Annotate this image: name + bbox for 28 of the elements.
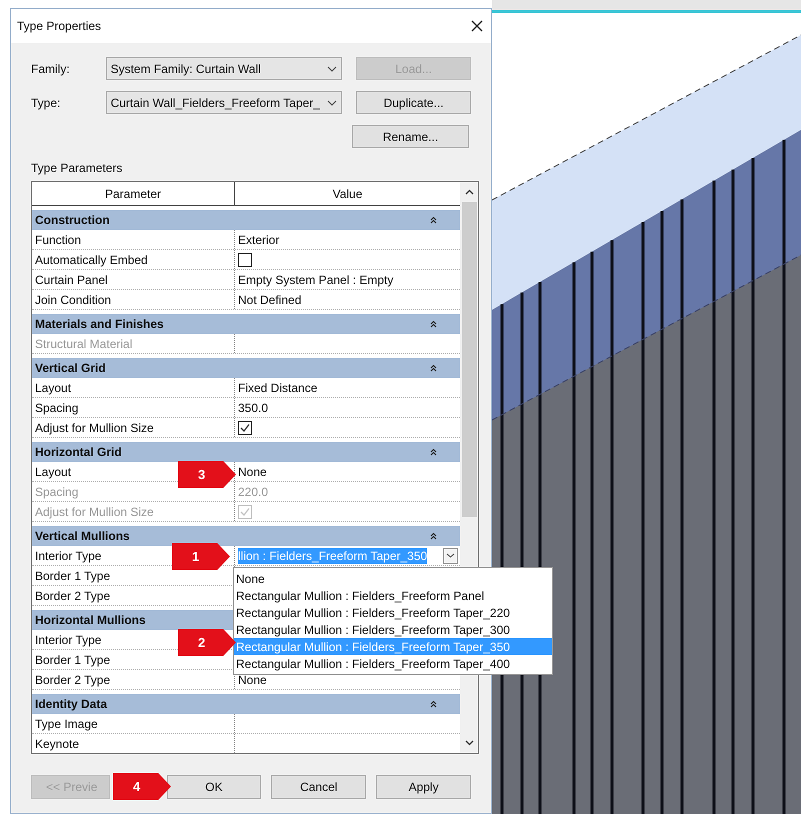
section-title: Horizontal Mullions xyxy=(35,612,146,629)
section-title: Construction xyxy=(35,212,110,229)
step-number-callout: 1 xyxy=(172,543,230,570)
section-title: Horizontal Grid xyxy=(35,444,122,461)
parameter-cell: Automatically Embed xyxy=(32,250,235,269)
section-title: Materials and Finishes xyxy=(35,316,164,333)
section-title: Vertical Grid xyxy=(35,360,106,377)
parameter-cell: Layout xyxy=(32,378,235,397)
field-label: Family: xyxy=(31,60,71,78)
parameter-cell: Join Condition xyxy=(32,290,235,309)
window-title: Type Properties xyxy=(17,18,102,35)
section-label: Type Parameters xyxy=(31,160,124,177)
column-header: Parameter xyxy=(32,182,235,205)
parameter-cell: Structural Material xyxy=(32,334,235,353)
step-number-callout: 4 xyxy=(113,773,171,800)
parameter-cell: Curtain Panel xyxy=(32,270,235,289)
column-header: Value xyxy=(332,186,364,202)
parameter-cell: Spacing xyxy=(32,398,235,417)
parameter-cell: Function xyxy=(32,230,235,249)
parameter-cell: Keynote xyxy=(32,734,235,753)
step-number-callout: 3 xyxy=(178,461,236,488)
section-title: Identity Data xyxy=(35,696,108,713)
step-number-callout: 2 xyxy=(178,629,236,656)
field-label: Type: xyxy=(31,94,62,112)
parameter-cell: Adjust for Mullion Size xyxy=(32,502,235,521)
parameter-cell: Adjust for Mullion Size xyxy=(32,418,235,437)
section-title: Vertical Mullions xyxy=(35,528,130,545)
parameter-cell: Type Image xyxy=(32,714,235,733)
